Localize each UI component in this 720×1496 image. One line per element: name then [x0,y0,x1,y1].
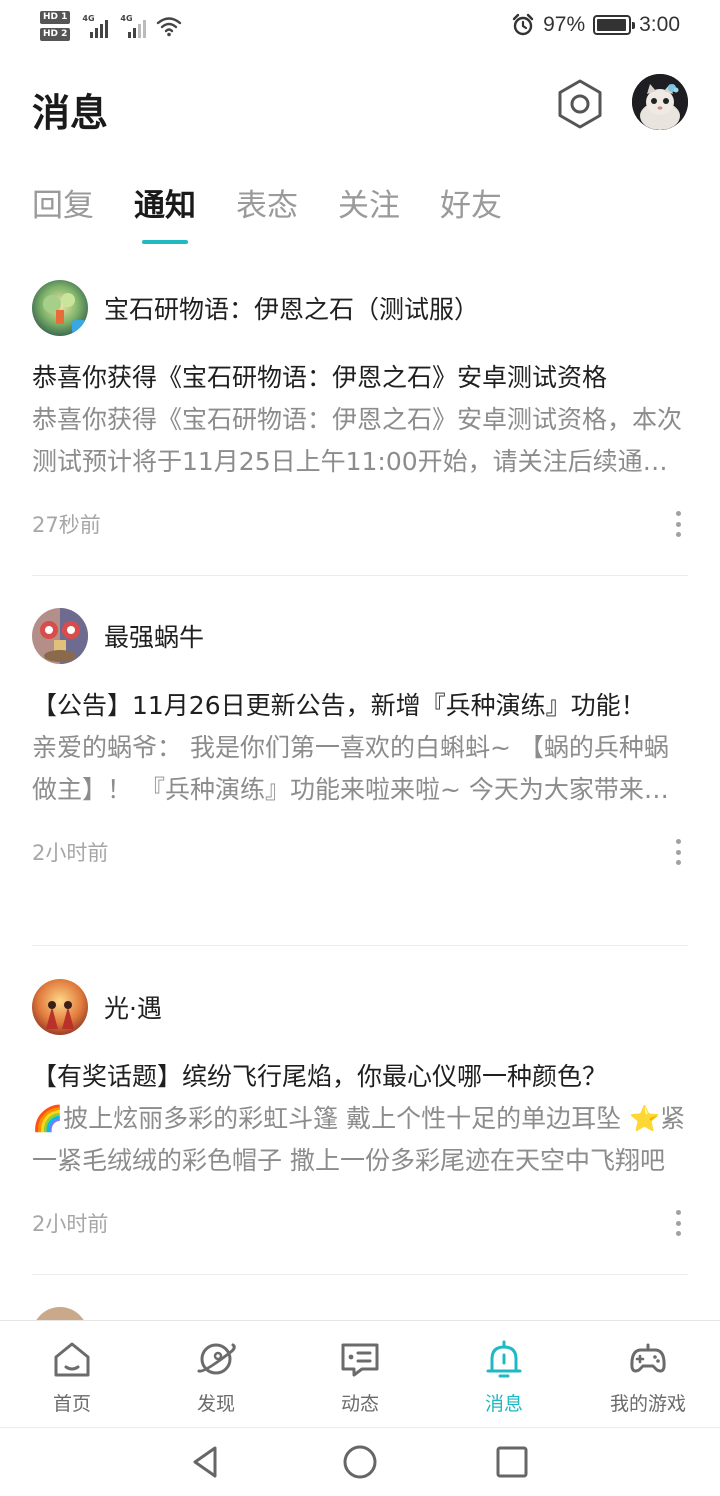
battery-icon [593,15,636,35]
notification-meta: 2小时前 [32,837,688,867]
divider [32,1274,688,1275]
message-tabs: 回复 通知 表态 关注 好友 [32,182,502,252]
source-name[interactable]: 最强蜗牛 [104,618,204,654]
status-left: HD 1 HD 2 4G 4G [40,6,182,46]
notification-time: 27秒前 [32,513,101,537]
nav-feed-label: 动态 [340,1393,379,1415]
nav-messages[interactable]: 消息 [432,1321,576,1426]
nav-discover[interactable]: 发现 [144,1321,288,1426]
status-bar: HD 1 HD 2 4G 4G 97% 3:00 [0,0,720,50]
nav-discover-label: 发现 [196,1393,235,1415]
notification-summary[interactable]: 亲爱的蜗爷： 我是你们第一喜欢的白蝌蚪~ 【蜗的兵种蜗做主】！ 『兵种演练』功能… [32,727,688,811]
bell-icon [486,1340,522,1378]
notification-source: 光·遇 [32,978,688,1036]
signal-sim1-icon: 4G [82,14,109,38]
notification-card[interactable]: 光·遇 【有奖话题】缤纷飞行尾焰，你最心仪哪一种颜色？ 🌈披上炫丽多彩的彩虹斗篷… [32,978,688,1275]
bottom-navigation: 首页 发现 动态 消息 我的游戏 [0,1320,720,1426]
notification-card[interactable]: 宝石研物语：伊恩之石（测试服） 恭喜你获得《宝石研物语：伊恩之石》安卓测试资格 … [32,279,688,576]
wifi-icon [157,17,182,37]
divider [32,945,688,946]
tab-notification[interactable]: 通知 [134,182,196,230]
battery-fill [597,19,627,31]
gamepad-icon [630,1343,666,1373]
settings-button[interactable] [554,78,606,130]
system-navigation-bar [0,1427,720,1496]
home-icon [54,1342,90,1377]
home-circle-icon[interactable] [340,1442,380,1482]
notification-summary[interactable]: 🌈披上炫丽多彩的彩虹斗篷 戴上个性十足的单边耳坠 ⭐紧一紧毛绒绒的彩色帽子 撒上… [32,1098,688,1182]
nav-my-games[interactable]: 我的游戏 [576,1321,720,1426]
nav-home[interactable]: 首页 [0,1321,144,1426]
back-triangle-icon[interactable] [186,1442,226,1482]
chat-bubble-icon [341,1343,379,1377]
battery-percent: 97% [543,13,586,36]
notification-headline[interactable]: 【公告】11月26日更新公告，新增『兵种演练』功能！ [32,685,688,727]
more-options-icon[interactable] [668,509,688,539]
game-avatar-sky-icon[interactable] [32,979,88,1035]
nav-home-label: 首页 [52,1393,91,1415]
more-options-icon[interactable] [668,837,688,867]
user-avatar [632,74,688,130]
notification-time: 2小时前 [32,841,109,865]
notification-source: 最强蜗牛 [32,607,688,665]
signal-sim2-icon: 4G [120,14,147,38]
alarm-icon [512,13,534,36]
source-name[interactable]: 光·遇 [104,989,162,1025]
notification-summary[interactable]: 恭喜你获得《宝石研物语：伊恩之石》安卓测试资格，本次测试预计将于11月25日上午… [32,399,688,483]
notification-headline[interactable]: 【有奖话题】缤纷飞行尾焰，你最心仪哪一种颜色？ [32,1056,688,1098]
nav-my-games-label: 我的游戏 [609,1393,686,1415]
user-avatar-button[interactable] [632,74,688,130]
tab-reaction[interactable]: 表态 [236,182,298,230]
tab-friends[interactable]: 好友 [440,182,502,230]
game-avatar-snail-icon[interactable] [32,608,88,664]
next-card-avatar-peek [32,1307,88,1320]
divider [32,575,688,576]
hd-indicators: HD 1 HD 2 [40,11,71,41]
hexagon-settings-icon [558,79,602,129]
notification-meta: 27秒前 [32,509,688,539]
hd1-badge: HD 1 [40,11,71,24]
clock: 3:00 [639,13,680,36]
source-name[interactable]: 宝石研物语：伊恩之石（测试服） [104,290,479,326]
notification-time: 2小时前 [32,1212,109,1236]
recent-apps-square-icon[interactable] [492,1442,532,1482]
tab-reply[interactable]: 回复 [32,182,94,230]
notification-source: 宝石研物语：伊恩之石（测试服） [32,279,688,337]
notification-card[interactable]: 最强蜗牛 【公告】11月26日更新公告，新增『兵种演练』功能！ 亲爱的蜗爷： 我… [32,607,688,946]
status-right: 97% 3:00 [511,10,680,40]
tab-follow[interactable]: 关注 [338,182,400,230]
game-avatar-gem-icon[interactable] [32,280,88,336]
page-title: 消息 [32,91,109,135]
nav-feed[interactable]: 动态 [288,1321,432,1426]
planet-icon [197,1343,236,1375]
notification-headline[interactable]: 恭喜你获得《宝石研物语：伊恩之石》安卓测试资格 [32,357,688,399]
notification-meta: 2小时前 [32,1208,688,1238]
more-options-icon[interactable] [668,1208,688,1238]
hd2-badge: HD 2 [40,28,71,41]
nav-messages-label: 消息 [484,1393,523,1415]
